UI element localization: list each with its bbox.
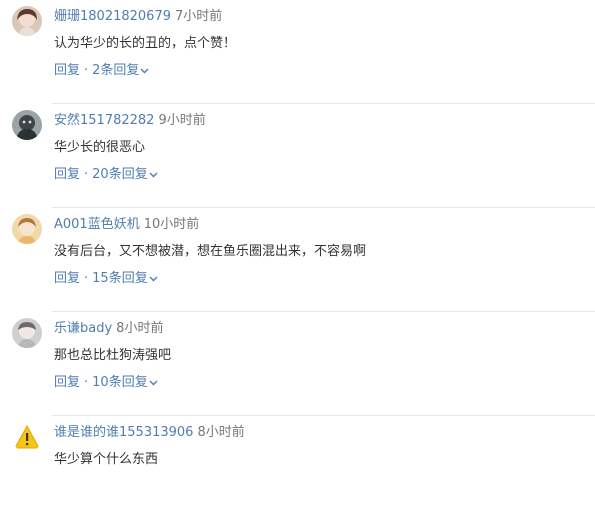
avatar-dark-icon[interactable] <box>12 110 42 140</box>
replies-count: 2条回复 <box>92 63 140 78</box>
comment-actions: 回复 · 10条回复 <box>54 374 158 392</box>
comment-item: 姗珊18021820679 7小时前 认为华少的长的丑的，点个赞！ 回复 · 2条回复 <box>0 0 595 104</box>
timestamp: 7小时前 <box>174 9 223 24</box>
reply-button[interactable]: 回复 <box>54 271 80 286</box>
separator: · <box>84 375 89 390</box>
comment-text: 华少算个什么东西 <box>54 452 159 467</box>
username[interactable]: 安然151782282 <box>54 113 154 128</box>
comment-actions: 回复 · 15条回复 <box>54 270 158 288</box>
comment-meta: 乐谦bady 8小时前 <box>54 320 163 338</box>
separator: · <box>84 271 89 286</box>
avatar-warning-icon[interactable] <box>12 422 42 452</box>
username[interactable]: 谁是谁的谁155313906 <box>54 425 193 440</box>
reply-button[interactable]: 回复 <box>54 167 80 182</box>
avatar-girl-icon[interactable] <box>12 6 42 36</box>
chevron-down-icon <box>149 170 158 179</box>
comment-item: 谁是谁的谁155313906 8小时前 华少算个什么东西 <box>0 416 595 520</box>
view-replies-button[interactable]: 20条回复 <box>92 167 158 182</box>
view-replies-button[interactable]: 15条回复 <box>92 271 158 286</box>
replies-count: 10条回复 <box>92 375 148 390</box>
comment-item: 安然151782282 9小时前 华少长的很恶心 回复 · 20条回复 <box>0 104 595 208</box>
comment-text: 华少长的很恶心 <box>54 140 146 155</box>
comment-meta: A001蓝色妖机 10小时前 <box>54 216 199 234</box>
timestamp: 8小时前 <box>197 425 245 440</box>
view-replies-button[interactable]: 2条回复 <box>92 63 149 78</box>
comment-item: 乐谦bady 8小时前 那也总比杜狗涛强吧 回复 · 10条回复 <box>0 312 595 416</box>
chevron-down-icon <box>149 274 158 283</box>
comment-text: 没有后台，又不想被潜，想在鱼乐圈混出来，不容易啊 <box>54 244 367 259</box>
replies-count: 20条回复 <box>92 167 148 182</box>
comment-item: A001蓝色妖机 10小时前 没有后台，又不想被潜，想在鱼乐圈混出来，不容易啊 回… <box>0 208 595 312</box>
avatar-warm-icon[interactable] <box>12 214 42 244</box>
separator: · <box>84 167 89 182</box>
comment-text: 那也总比杜狗涛强吧 <box>54 348 172 363</box>
username[interactable]: 乐谦bady <box>54 321 112 336</box>
comment-text: 认为华少的长的丑的，点个赞！ <box>54 36 237 51</box>
comment-meta: 安然151782282 9小时前 <box>54 112 206 130</box>
username[interactable]: A001蓝色妖机 <box>54 217 140 232</box>
timestamp: 9小时前 <box>158 113 206 128</box>
reply-button[interactable]: 回复 <box>54 63 80 78</box>
view-replies-button[interactable]: 10条回复 <box>92 375 158 390</box>
comment-meta: 姗珊18021820679 7小时前 <box>54 8 222 26</box>
replies-count: 15条回复 <box>92 271 148 286</box>
timestamp: 10小时前 <box>143 217 200 232</box>
chevron-down-icon <box>149 378 158 387</box>
comment-actions: 回复 · 2条回复 <box>54 62 149 80</box>
separator: · <box>84 63 89 78</box>
chevron-down-icon <box>140 66 149 75</box>
reply-button[interactable]: 回复 <box>54 375 80 390</box>
timestamp: 8小时前 <box>116 321 164 336</box>
username[interactable]: 姗珊18021820679 <box>54 9 171 24</box>
comment-meta: 谁是谁的谁155313906 8小时前 <box>54 424 245 442</box>
comment-actions: 回复 · 20条回复 <box>54 166 158 184</box>
avatar-grey-icon[interactable] <box>12 318 42 348</box>
